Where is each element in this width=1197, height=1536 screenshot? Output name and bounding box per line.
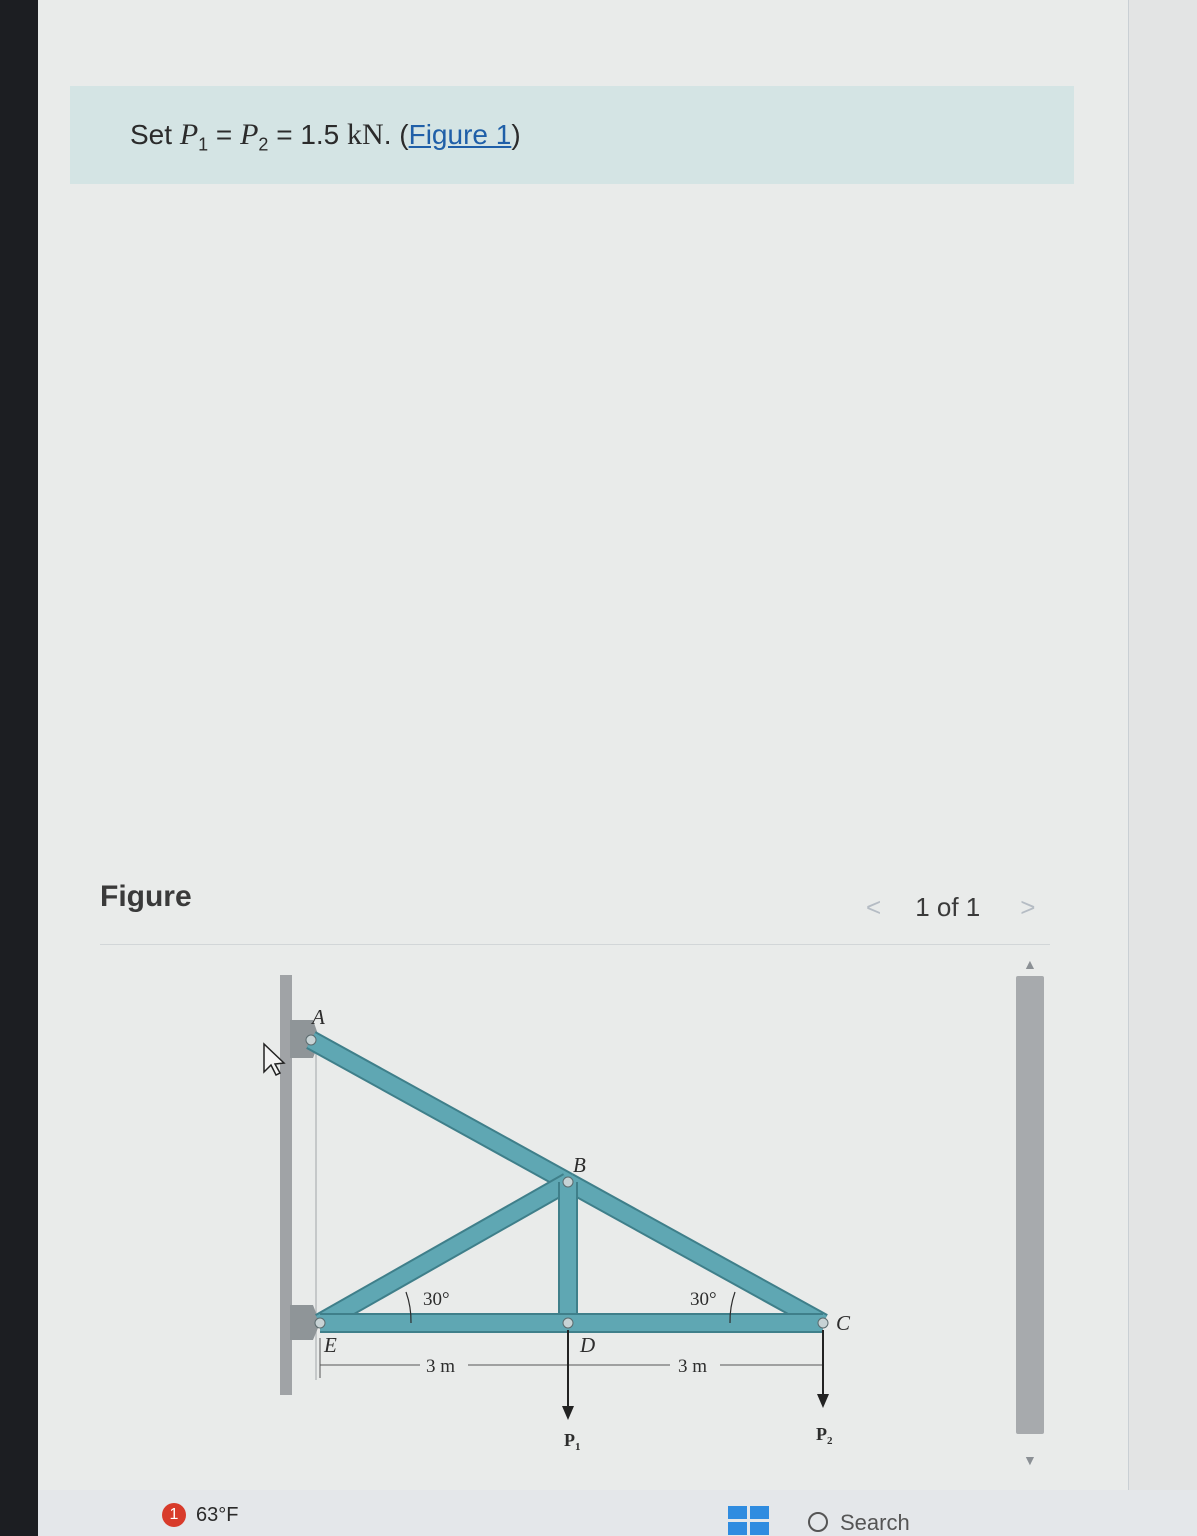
label-e: E — [323, 1333, 337, 1357]
taskbar-search[interactable]: Search — [808, 1510, 910, 1536]
weather-temperature[interactable]: 63°F — [196, 1504, 238, 1527]
load-arrowhead-p1 — [562, 1406, 574, 1420]
label-b: B — [573, 1153, 586, 1177]
pin-a — [305, 1034, 317, 1046]
pin-e — [314, 1317, 326, 1329]
right-side-panel: ▼ ▼ ▼ — [1128, 0, 1197, 1490]
truss-diagram: A B C D E 30° 30° 3 m 3 m P1 P2 — [263, 975, 851, 1453]
load-label-p1: P1 — [564, 1430, 581, 1453]
search-icon — [808, 1512, 828, 1532]
load-label-p2: P2 — [816, 1424, 833, 1447]
label-a: A — [310, 1005, 325, 1029]
dimension-lines — [319, 1338, 824, 1378]
dim-label-right: 3 m — [678, 1356, 707, 1377]
load-arrowhead-p2 — [817, 1394, 829, 1408]
label-c: C — [836, 1311, 851, 1335]
pin-b — [562, 1176, 574, 1188]
pin-d — [562, 1317, 574, 1329]
label-d: D — [579, 1333, 595, 1357]
taskbar: 1 63°F Search — [38, 1490, 1197, 1536]
angle-label-right: 30° — [690, 1289, 717, 1310]
screen: Set P1 = P2 = 1.5 kN. (Figure 1) Figure … — [38, 0, 1197, 1490]
search-label: Search — [840, 1510, 910, 1535]
pin-c — [817, 1317, 829, 1329]
weather-notification-badge[interactable]: 1 — [162, 1503, 186, 1527]
angle-label-left: 30° — [423, 1289, 450, 1310]
windows-start-icon[interactable] — [728, 1506, 770, 1536]
dropdown-arrow-icon[interactable]: ▼ — [1193, 1260, 1197, 1286]
member-ab — [307, 1032, 572, 1190]
dim-label-left: 3 m — [426, 1356, 455, 1377]
